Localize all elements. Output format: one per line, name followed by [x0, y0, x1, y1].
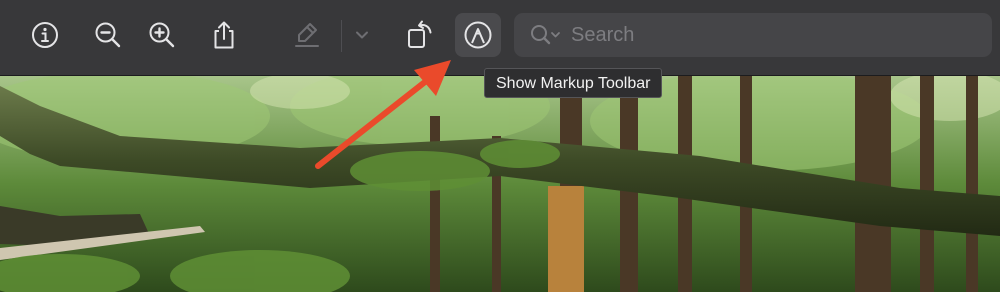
info-icon — [31, 21, 59, 49]
toolbar-divider — [341, 20, 342, 52]
forest-photo — [0, 76, 1000, 292]
highlight-pen-icon — [292, 20, 322, 50]
zoom-in-button[interactable] — [142, 15, 182, 55]
highlight-button[interactable] — [287, 15, 327, 55]
tooltip: Show Markup Toolbar — [484, 68, 663, 98]
zoom-in-icon — [148, 21, 176, 49]
rotate-icon — [404, 19, 436, 51]
markup-icon — [462, 19, 494, 51]
zoom-out-button[interactable] — [88, 15, 128, 55]
zoom-out-icon — [94, 21, 122, 49]
highlight-options-button[interactable] — [344, 15, 380, 55]
share-icon — [210, 20, 238, 50]
chevron-down-icon — [355, 30, 369, 40]
rotate-button[interactable] — [400, 15, 440, 55]
share-button[interactable] — [204, 15, 244, 55]
markup-button[interactable] — [455, 13, 501, 57]
toolbar: Search — [0, 0, 1000, 76]
search-placeholder: Search — [571, 24, 635, 46]
search-field[interactable]: Search — [514, 13, 992, 57]
search-icon — [530, 24, 564, 51]
info-button[interactable] — [25, 15, 65, 55]
